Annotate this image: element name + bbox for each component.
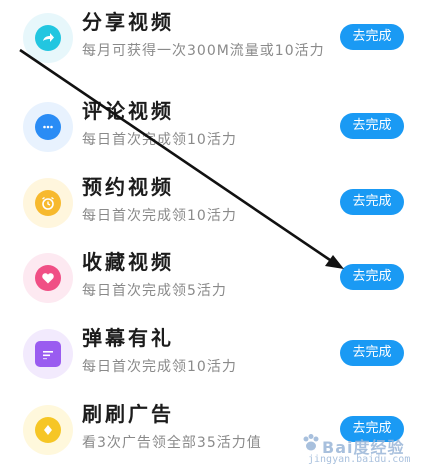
comment-icon-badge: [23, 102, 73, 152]
go-complete-button[interactable]: 去完成: [340, 340, 404, 366]
task-row-favorite-video: 收藏视频 每日首次完成领5活力 去完成: [0, 246, 430, 322]
task-title: 收藏视频: [82, 250, 174, 274]
share-arrow-icon: [35, 25, 61, 51]
task-title: 预约视频: [82, 175, 174, 199]
watermark: Bai度经验 jingyan.baidu.com: [300, 430, 420, 470]
task-desc: 看3次广告领全部35活力值: [82, 435, 262, 451]
task-row-danmaku-gift: 弹幕有礼 每日首次完成领10活力 去完成: [0, 322, 430, 398]
coin-icon: [35, 417, 61, 443]
go-complete-button[interactable]: 去完成: [340, 24, 404, 50]
go-complete-button[interactable]: 去完成: [340, 189, 404, 215]
task-title: 刷刷广告: [82, 402, 174, 426]
share-icon-badge: [23, 13, 73, 63]
task-list: 分享视频 每月可获得一次300M流量或10活力 去完成 评论视频 每日首次完成领…: [0, 0, 430, 476]
task-title: 评论视频: [82, 99, 174, 123]
ads-icon-badge: [23, 405, 73, 455]
task-desc: 每日首次完成领5活力: [82, 283, 227, 299]
task-title: 弹幕有礼: [82, 326, 174, 350]
comment-bubble-icon: [35, 114, 61, 140]
task-row-comment-video: 评论视频 每日首次完成领10活力 去完成: [0, 95, 430, 171]
reserve-icon-badge: [23, 178, 73, 228]
task-desc: 每日首次完成领10活力: [82, 132, 237, 148]
danmaku-icon-badge: [23, 329, 73, 379]
heart-icon: [35, 265, 61, 291]
alarm-clock-icon: [35, 190, 61, 216]
go-complete-button[interactable]: 去完成: [340, 264, 404, 290]
favorite-icon-badge: [23, 253, 73, 303]
task-row-reserve-video: 预约视频 每日首次完成领10活力 去完成: [0, 171, 430, 247]
task-title: 分享视频: [82, 10, 174, 34]
danmaku-icon: [35, 341, 61, 367]
task-row-share-video: 分享视频 每月可获得一次300M流量或10活力 去完成: [0, 6, 430, 82]
task-desc: 每月可获得一次300M流量或10活力: [82, 43, 325, 59]
watermark-url: jingyan.baidu.com: [308, 454, 411, 465]
paw-logo-icon: [303, 434, 319, 451]
task-desc: 每日首次完成领10活力: [82, 208, 237, 224]
go-complete-button[interactable]: 去完成: [340, 113, 404, 139]
task-desc: 每日首次完成领10活力: [82, 359, 237, 375]
